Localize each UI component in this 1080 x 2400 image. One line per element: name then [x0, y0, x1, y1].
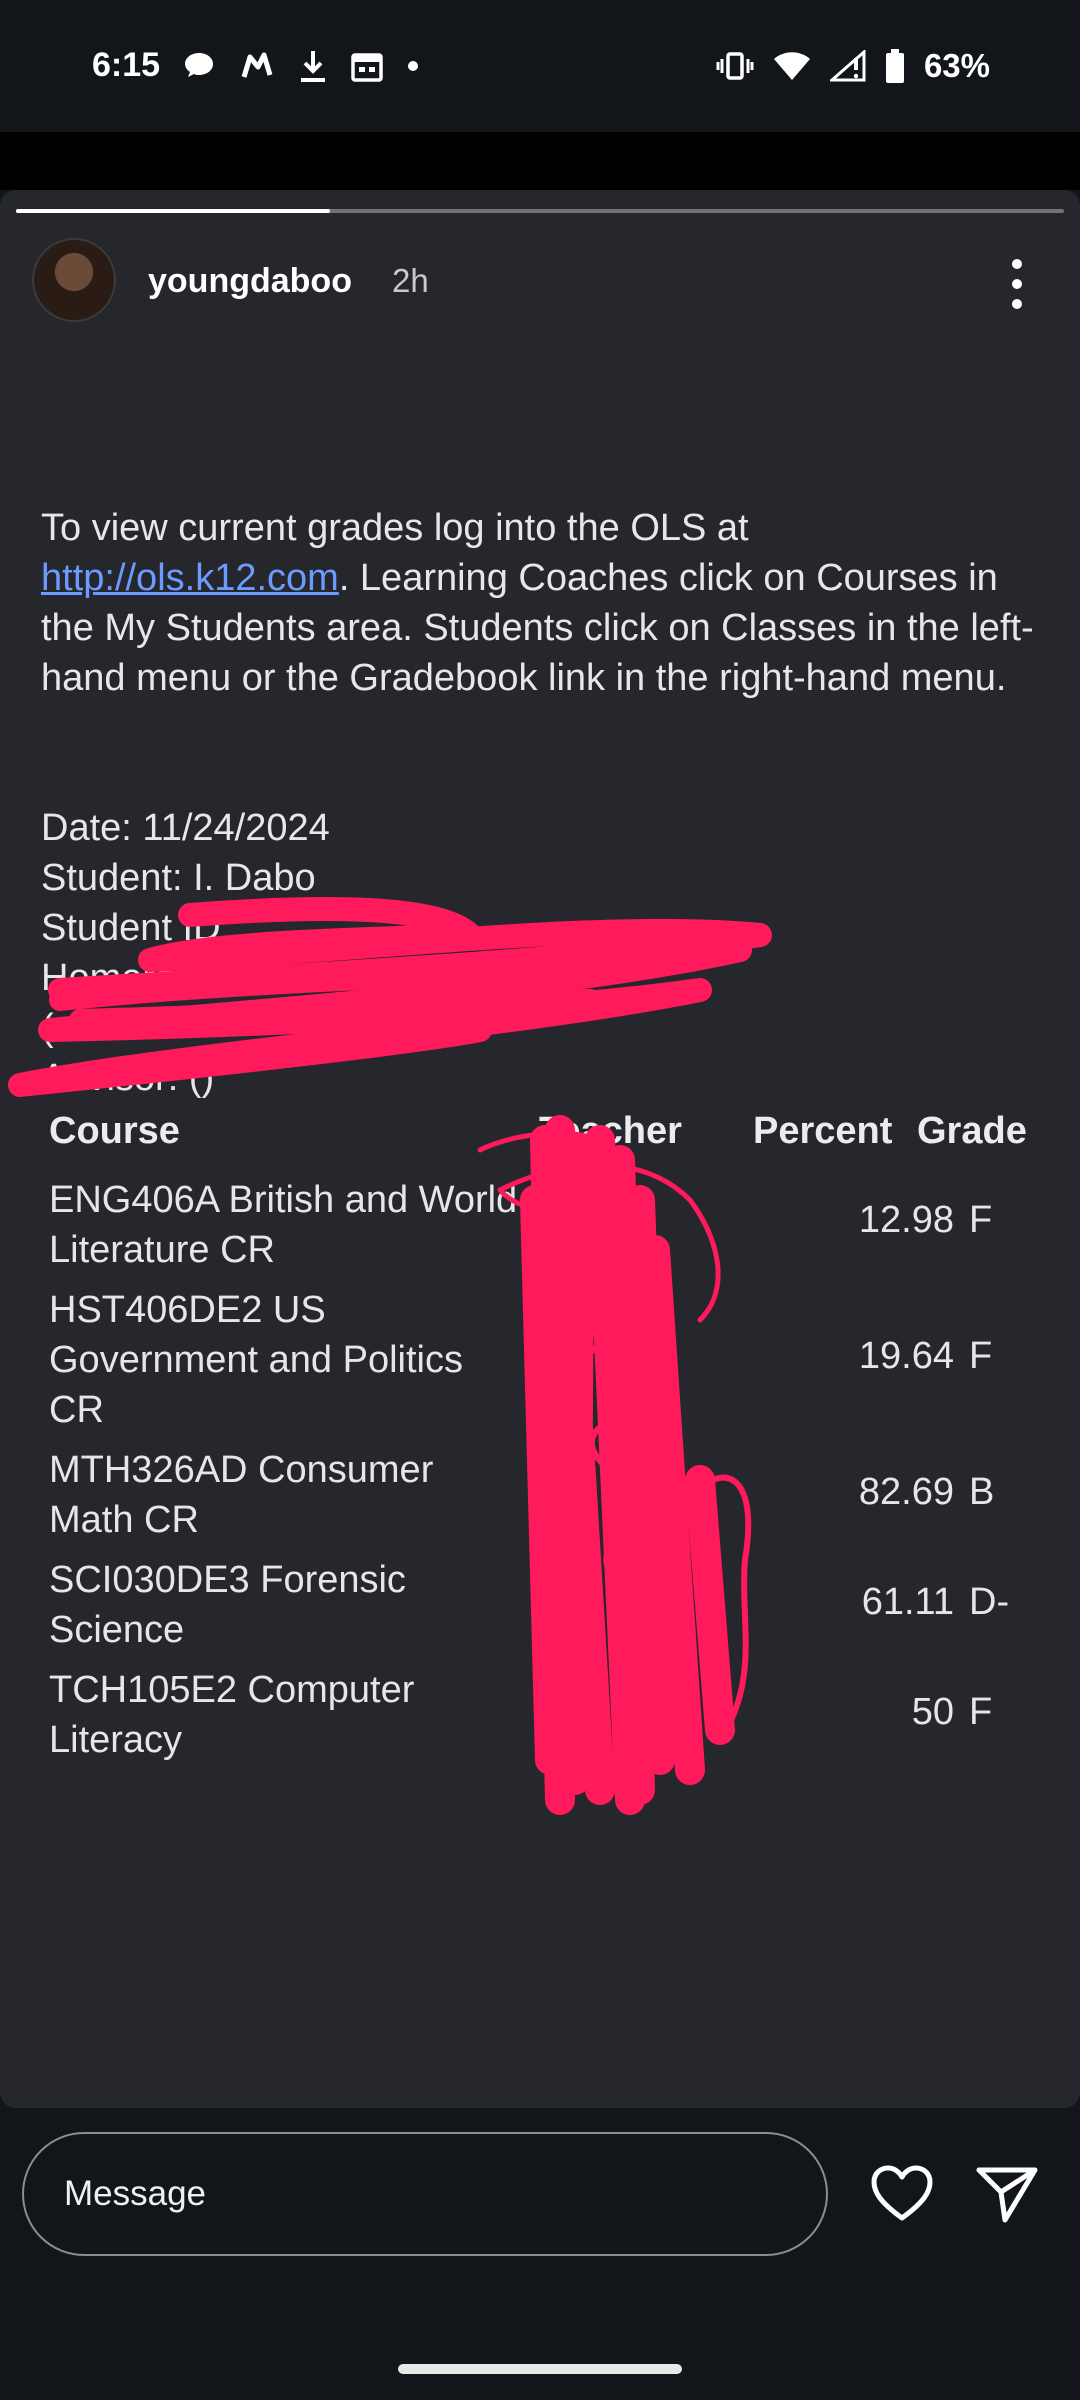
heart-icon[interactable]	[870, 2164, 934, 2224]
ols-link[interactable]: http://ols.k12.com	[41, 557, 339, 599]
vibrate-icon	[716, 52, 754, 80]
status-bar: 6:15 63%	[0, 0, 1080, 132]
intro-text-start: To view current grades log into the OLS …	[41, 507, 749, 549]
home-indicator[interactable]	[398, 2364, 682, 2374]
grade-value: F	[969, 1199, 993, 1241]
story-progress-track	[16, 209, 1064, 213]
wifi-icon	[773, 52, 810, 80]
course-name: MTH326AD Consumer Math CR	[49, 1449, 434, 1541]
percent-value: 61.11	[861, 1581, 954, 1623]
battery-icon	[885, 49, 904, 83]
more-options-icon[interactable]	[1000, 254, 1034, 314]
student-line: Student: I. Dabo	[41, 857, 316, 899]
student-info: Date: 11/24/2024 Student: I. Dabo Studen…	[41, 803, 1051, 1103]
grade-value: D-	[969, 1581, 1010, 1623]
story-username[interactable]: youngdaboo	[148, 262, 352, 301]
header-course: Course	[49, 1110, 180, 1152]
grade-value: B	[969, 1471, 995, 1513]
grade-value: F	[969, 1335, 993, 1377]
download-icon	[301, 51, 325, 82]
chat-bubble-icon	[185, 53, 213, 77]
calendar-icon	[351, 53, 383, 82]
story-progress-fill	[16, 209, 331, 213]
story-time-ago: 2h	[392, 262, 429, 299]
dot-icon	[408, 61, 418, 71]
course-name: ENG406A British and World Literature CR	[49, 1179, 518, 1271]
homeroom-email-line: (	[41, 1007, 54, 1049]
signal-icon	[829, 50, 866, 82]
header-grade: Grade	[917, 1110, 1027, 1152]
percent-value: 50	[911, 1691, 954, 1733]
battery-percentage: 63%	[923, 47, 990, 84]
percent-value: 82.69	[858, 1471, 954, 1513]
advisor-line: Advisor: ()	[41, 1057, 215, 1099]
send-icon[interactable]	[975, 2162, 1039, 2226]
header-percent: Percent	[753, 1110, 893, 1152]
date-line: Date: 11/24/2024	[41, 807, 330, 849]
intro-paragraph: To view current grades log into the OLS …	[41, 503, 1051, 703]
status-left-icons	[182, 46, 420, 86]
student-id-line: Student ID	[41, 907, 221, 949]
grade-value: F	[969, 1691, 993, 1733]
course-name: TCH105E2 Computer Literacy	[49, 1669, 415, 1761]
messenger-icon	[241, 52, 273, 78]
homeroom-line: Homeroom Teacher:	[41, 957, 385, 999]
course-name: SCI030DE3 Forensic Science	[49, 1559, 406, 1651]
header-teacher: Teacher	[539, 1110, 682, 1152]
course-name: HST406DE2 US Government and Politics CR	[49, 1289, 463, 1431]
top-band	[0, 132, 1080, 190]
status-time: 6:15	[92, 46, 161, 84]
percent-value: 12.98	[858, 1199, 954, 1241]
percent-value: 19.64	[858, 1335, 954, 1377]
status-right: 63%	[716, 46, 990, 86]
avatar[interactable]	[32, 238, 116, 322]
message-input[interactable]	[22, 2132, 828, 2256]
